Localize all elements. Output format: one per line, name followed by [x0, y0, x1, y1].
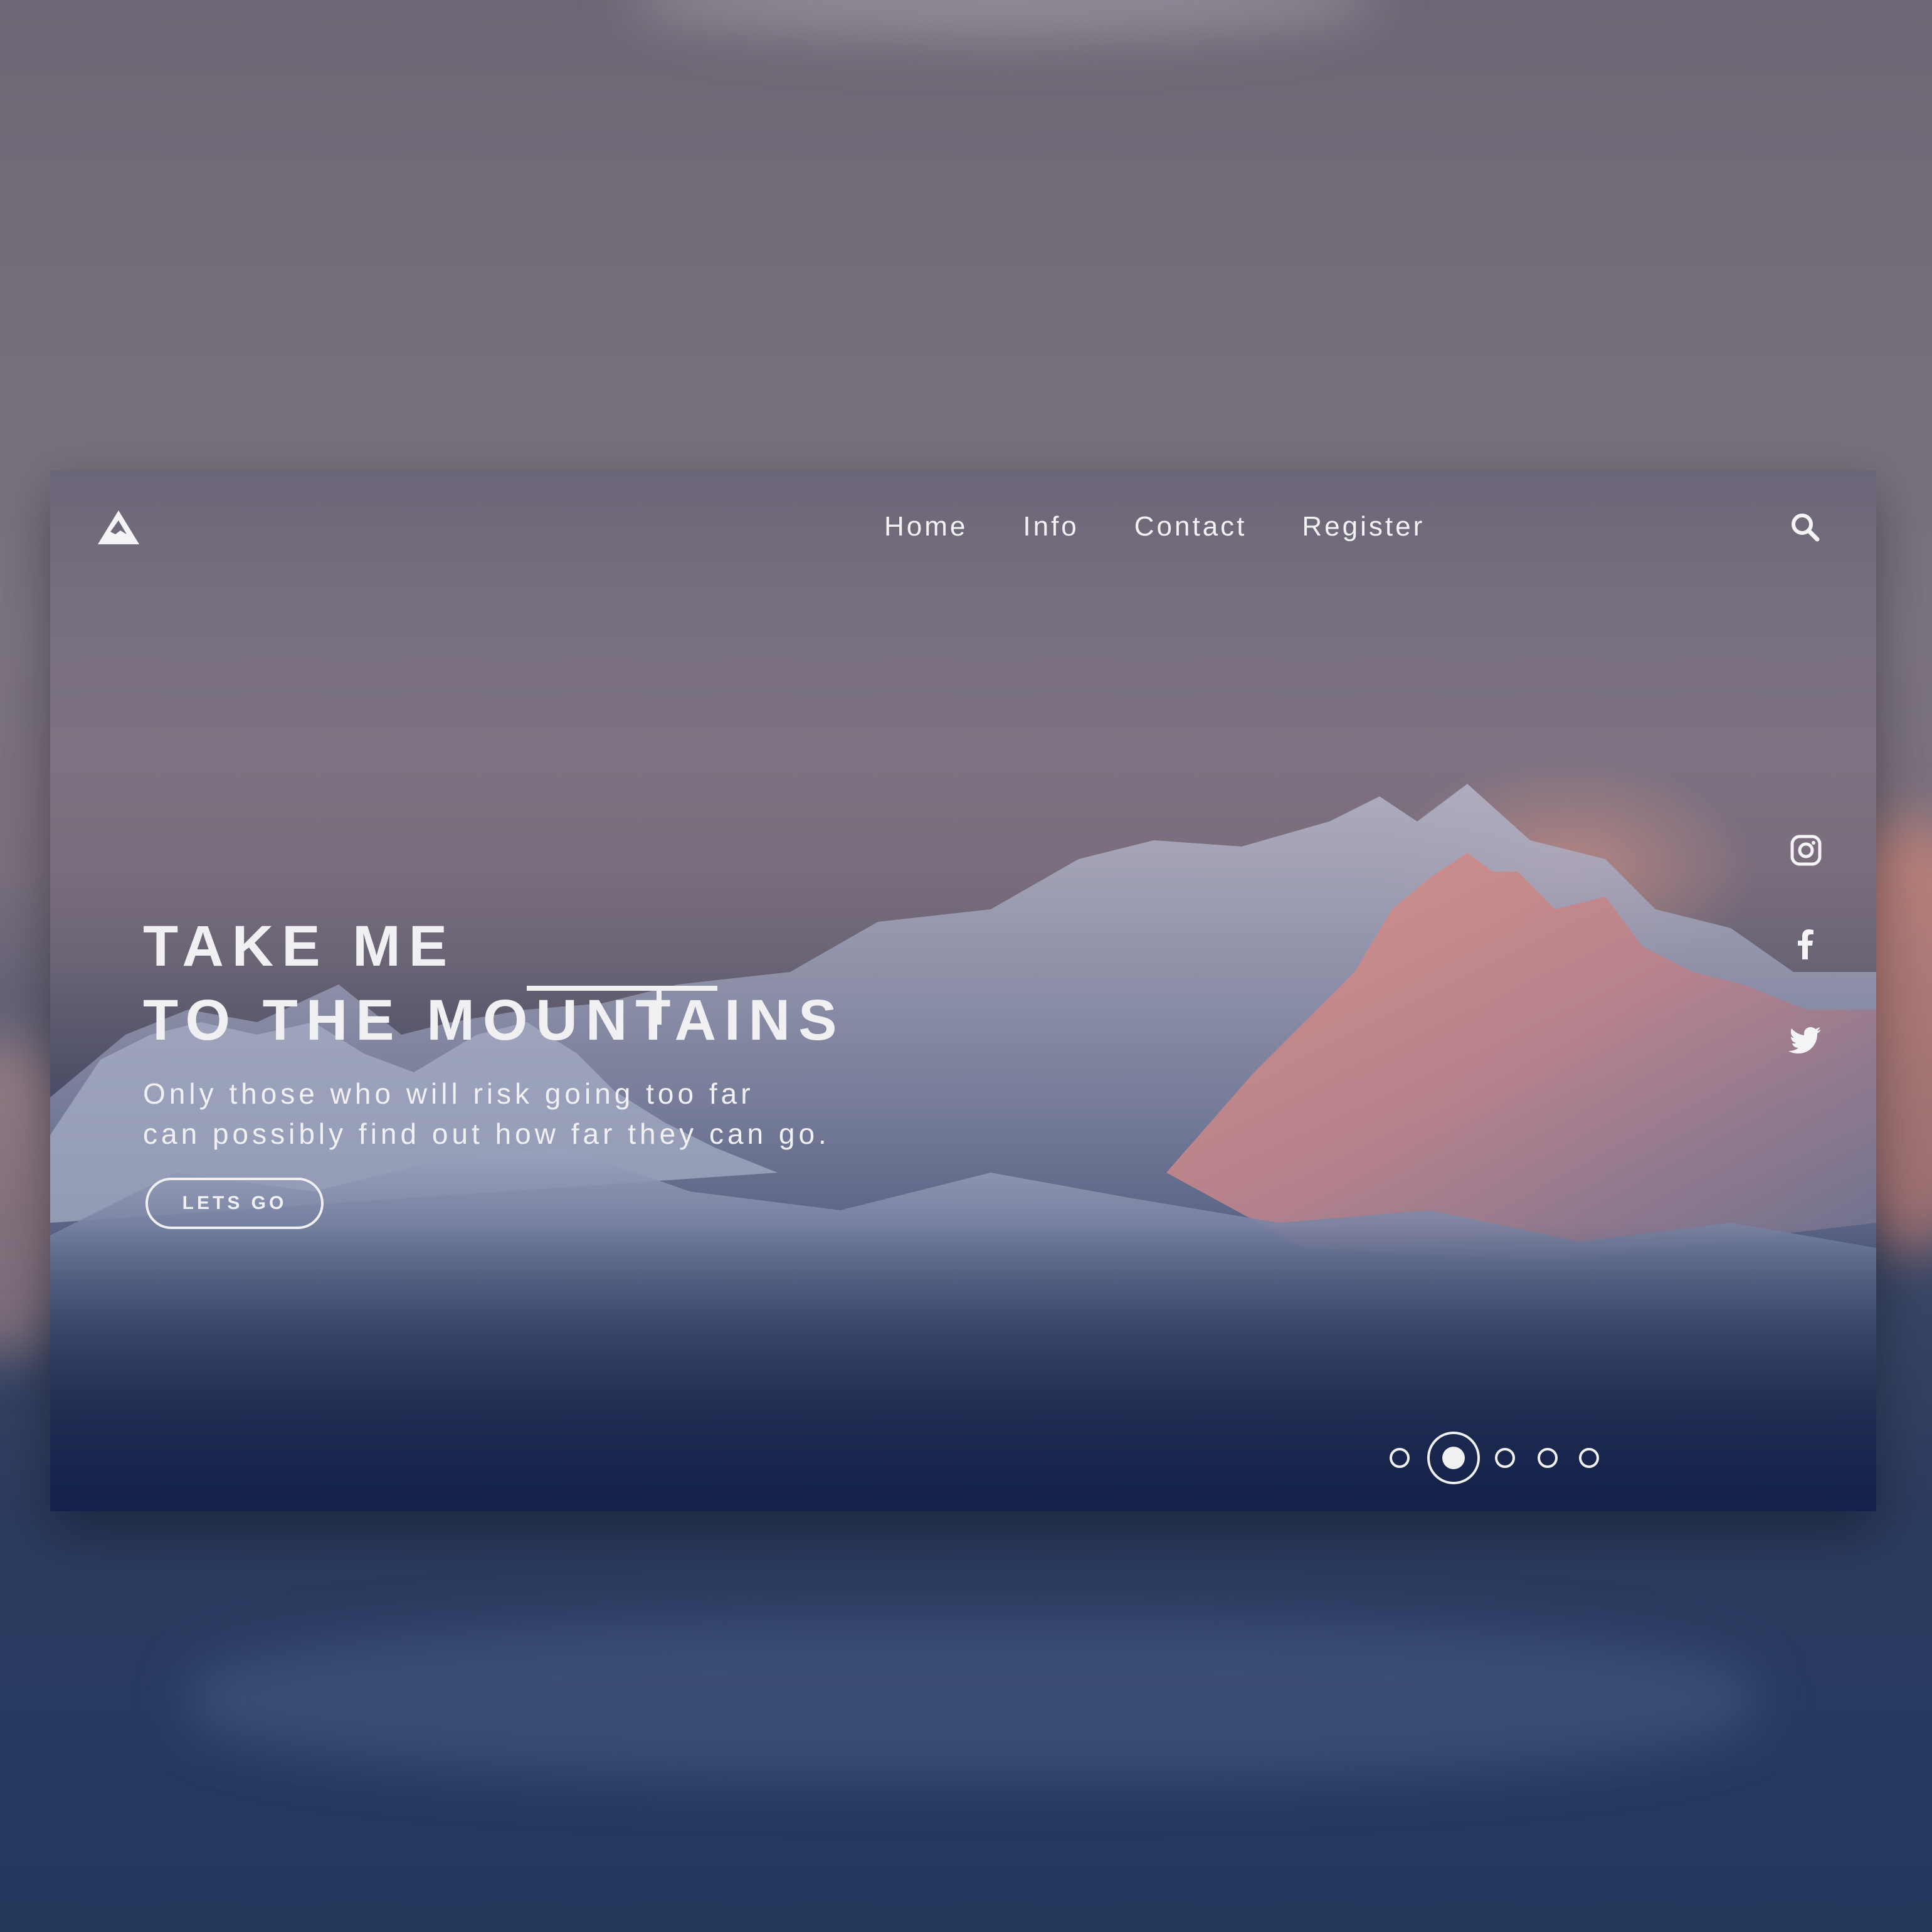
headline-line-2: TO THE MOUNTAINS — [143, 988, 845, 1052]
nav-item-home[interactable]: Home — [884, 508, 968, 546]
instagram-icon[interactable] — [1788, 833, 1824, 868]
headline-accent-tick — [657, 986, 662, 1025]
hero-tagline: Only those who will risk going too far c… — [143, 1074, 830, 1154]
hero-headline: TAKE ME TO THE MOUNTAINS — [143, 909, 845, 1057]
twitter-icon[interactable] — [1788, 1022, 1824, 1057]
nav-item-register[interactable]: Register — [1302, 508, 1425, 546]
nav-item-info[interactable]: Info — [1023, 508, 1079, 546]
hero-card: Home Info Contact Register TAKE ME TO TH… — [50, 470, 1876, 1511]
carousel-dot-5[interactable] — [1579, 1448, 1599, 1468]
mountain-icon[interactable] — [97, 509, 140, 546]
search-icon[interactable] — [1788, 510, 1822, 544]
tagline-line-2: can possibly find out how far they can g… — [143, 1117, 830, 1150]
lets-go-button[interactable]: LETS GO — [145, 1178, 324, 1229]
background-blur-text — [627, 0, 1380, 38]
headline-accent-bar — [527, 986, 717, 991]
carousel-pager — [1336, 1430, 1599, 1486]
carousel-dot-3[interactable] — [1495, 1448, 1515, 1468]
carousel-dot-active-fill — [1442, 1447, 1465, 1469]
headline-line-1: TAKE ME — [143, 914, 456, 978]
carousel-dot-1[interactable] — [1390, 1448, 1410, 1468]
page-background: Home Info Contact Register TAKE ME TO TH… — [0, 0, 1932, 1932]
carousel-dot-4[interactable] — [1538, 1448, 1558, 1468]
background-blur-ridge — [188, 1618, 1756, 1781]
tagline-line-1: Only those who will risk going too far — [143, 1077, 754, 1110]
main-nav: Home Info Contact Register — [884, 508, 1480, 546]
facebook-icon[interactable] — [1788, 927, 1824, 962]
nav-item-contact[interactable]: Contact — [1134, 508, 1247, 546]
carousel-dot-2-active[interactable] — [1427, 1432, 1480, 1484]
